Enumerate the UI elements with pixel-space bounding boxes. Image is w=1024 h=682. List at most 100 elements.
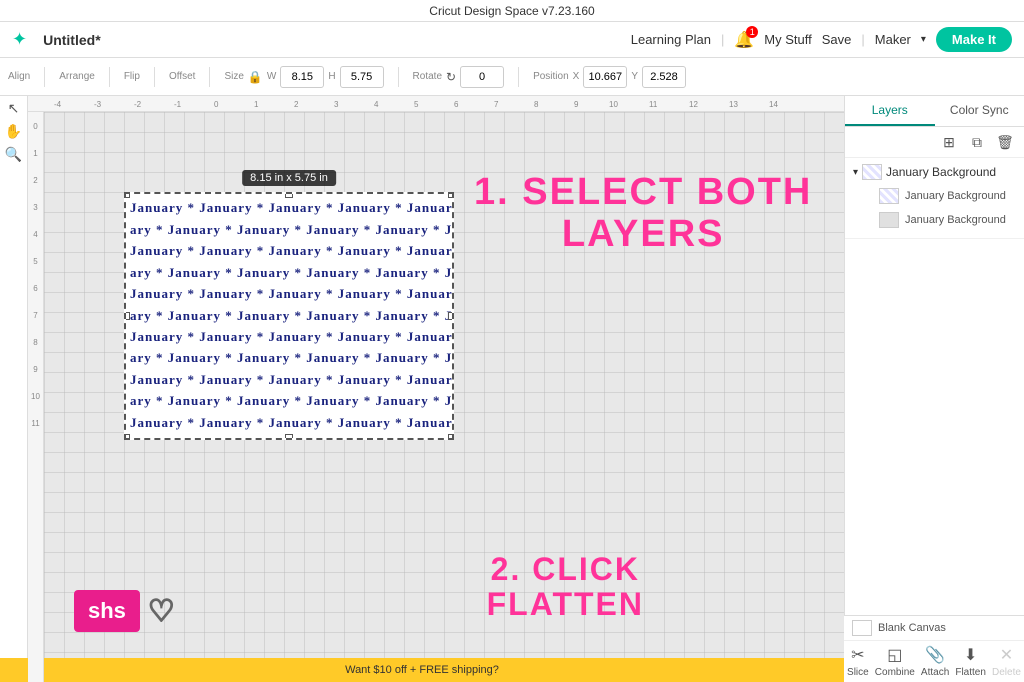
size-group: Size 🔒 W H	[224, 66, 383, 88]
width-label: W	[267, 71, 276, 82]
maker-dropdown[interactable]: Maker	[875, 32, 911, 47]
slice-action[interactable]: ✂ Slice	[847, 645, 869, 678]
layer-item-1-label: January Background	[905, 190, 1006, 202]
bottom-bar: Blank Canvas ✂ Slice ◱ Combine 📎 Attach …	[844, 615, 1024, 682]
toolbar-label-arrange: Arrange	[59, 71, 95, 82]
layer-item-2-label: January Background	[905, 214, 1006, 226]
handle-middle-left[interactable]	[124, 312, 130, 320]
january-row: January * January * January * January * …	[130, 329, 448, 346]
handle-middle-right[interactable]	[448, 312, 454, 320]
slice-label: Slice	[847, 667, 869, 678]
blank-canvas-swatch	[852, 620, 872, 636]
canvas-area: ↖ ✋ 🔍 -4 -3 -2 -1 0 1 2 3 4 5	[0, 96, 1024, 682]
layer-item-1-thumb	[879, 188, 899, 204]
delete-icon: ✕	[1000, 645, 1013, 665]
heart-icon: ♡	[148, 594, 175, 629]
left-panel: ↖ ✋ 🔍	[0, 96, 28, 682]
title-bar: Cricut Design Space v7.23.160	[0, 0, 1024, 22]
handle-top-right[interactable]	[448, 192, 454, 198]
toolbar-sep-5	[398, 67, 399, 87]
canvas-object[interactable]: January * January * January * January * …	[124, 192, 454, 440]
toolbar-sep-1	[44, 67, 45, 87]
attach-action[interactable]: 📎 Attach	[921, 645, 949, 678]
step2-instruction: 2. ClickFlatten	[487, 552, 644, 622]
rotate-group: Rotate ↻	[413, 66, 505, 88]
rotate-input[interactable]	[460, 66, 504, 88]
bottom-actions: ✂ Slice ◱ Combine 📎 Attach ⬇ Flatten ✕	[844, 640, 1024, 682]
handle-top-left[interactable]	[124, 192, 130, 198]
layer-item-1[interactable]: January Background	[853, 184, 1016, 208]
canvas-grid[interactable]: 8.15 in x 5.75 in January * January * Ja…	[44, 112, 844, 682]
layer-group: ▾ January Background January Background …	[845, 158, 1024, 239]
toolbar-label-position: Position	[533, 71, 569, 82]
add-layer-icon[interactable]: ⊞	[938, 131, 960, 153]
lock-icon[interactable]: 🔒	[248, 70, 263, 84]
combine-action[interactable]: ◱ Combine	[875, 645, 915, 678]
canvas-object-container: 8.15 in x 5.75 in January * January * Ja…	[124, 192, 454, 440]
january-row: ary * January * January * January * Janu…	[130, 393, 448, 410]
layer-item-2[interactable]: January Background	[853, 208, 1016, 232]
save-link[interactable]: Save	[822, 32, 852, 47]
delete-label: Delete	[992, 667, 1021, 678]
chevron-down-icon[interactable]: ▾	[921, 34, 926, 45]
january-row: January * January * January * January * …	[130, 286, 448, 303]
toolbar-label-offset: Offset	[169, 71, 196, 82]
make-it-button[interactable]: Make It	[936, 27, 1012, 52]
january-row: January * January * January * January * …	[130, 415, 448, 432]
promo-text: Want $10 off + FREE shipping?	[345, 664, 499, 676]
app-title: Untitled*	[43, 32, 101, 48]
learning-plan-link[interactable]: Learning Plan	[631, 32, 711, 47]
blank-canvas-label: Blank Canvas	[878, 622, 946, 634]
january-row: January * January * January * January * …	[130, 243, 448, 260]
january-pattern: January * January * January * January * …	[126, 194, 452, 438]
handle-bottom-right[interactable]	[448, 434, 454, 440]
handle-bottom-left[interactable]	[124, 434, 130, 440]
flatten-action[interactable]: ⬇ Flatten	[955, 645, 986, 678]
notification-icon[interactable]: 🔔 1	[734, 30, 754, 50]
right-panel-tabs: Layers Color Sync	[845, 96, 1024, 127]
bottom-logo: shs ♡	[74, 590, 175, 632]
tab-color-sync[interactable]: Color Sync	[935, 96, 1024, 126]
tab-layers[interactable]: Layers	[845, 96, 935, 126]
right-panel-toolbar: ⊞ ⧉ 🗑	[845, 127, 1024, 158]
handle-top-middle[interactable]	[285, 192, 293, 198]
layer-group-thumb	[862, 164, 882, 180]
combine-label: Combine	[875, 667, 915, 678]
toolbar-sep-3	[154, 67, 155, 87]
duplicate-layer-icon[interactable]: ⧉	[966, 131, 988, 153]
slice-icon: ✂	[851, 645, 864, 665]
cricut-logo[interactable]: ✦	[12, 29, 27, 50]
step1-instruction: 1. Select BothLayers	[474, 172, 812, 256]
promo-bar[interactable]: Want $10 off + FREE shipping?	[0, 658, 844, 682]
delete-action: ✕ Delete	[992, 645, 1021, 678]
nav-divider-2: |	[861, 32, 864, 47]
tool-pan[interactable]: ✋	[5, 123, 22, 140]
layer-group-header[interactable]: ▾ January Background	[853, 164, 1016, 180]
attach-icon: 📎	[925, 645, 945, 665]
main-canvas[interactable]: -4 -3 -2 -1 0 1 2 3 4 5 6 7 8 9	[28, 96, 844, 682]
toolbar-label-rotate: Rotate	[413, 71, 442, 82]
january-row: January * January * January * January * …	[130, 200, 448, 217]
handle-bottom-middle[interactable]	[285, 434, 293, 440]
delete-layer-icon[interactable]: 🗑	[994, 131, 1016, 153]
app-version: Cricut Design Space v7.23.160	[429, 4, 594, 18]
blank-canvas-row: Blank Canvas	[844, 616, 1024, 640]
height-input[interactable]	[340, 66, 384, 88]
notification-badge: 1	[746, 26, 758, 38]
toolbar-label-size: Size	[224, 71, 243, 82]
right-panel: Layers Color Sync ⊞ ⧉ 🗑 ▾ January Backgr…	[844, 96, 1024, 682]
width-input[interactable]	[280, 66, 324, 88]
layer-item-2-thumb	[879, 212, 899, 228]
position-y-input[interactable]	[642, 66, 686, 88]
toolbar: Align Arrange Flip Offset Size 🔒 W H Rot…	[0, 58, 1024, 96]
position-x-input[interactable]	[583, 66, 627, 88]
toolbar-sep-4	[209, 67, 210, 87]
my-stuff-link[interactable]: My Stuff	[764, 32, 811, 47]
shs-badge: shs	[74, 590, 140, 632]
x-label: X	[573, 71, 580, 82]
tool-zoom[interactable]: 🔍	[5, 146, 22, 163]
flatten-label: Flatten	[955, 667, 986, 678]
tool-select[interactable]: ↖	[8, 100, 20, 117]
main-nav: ✦ Untitled* Learning Plan | 🔔 1 My Stuff…	[0, 22, 1024, 58]
combine-icon: ◱	[887, 645, 902, 665]
